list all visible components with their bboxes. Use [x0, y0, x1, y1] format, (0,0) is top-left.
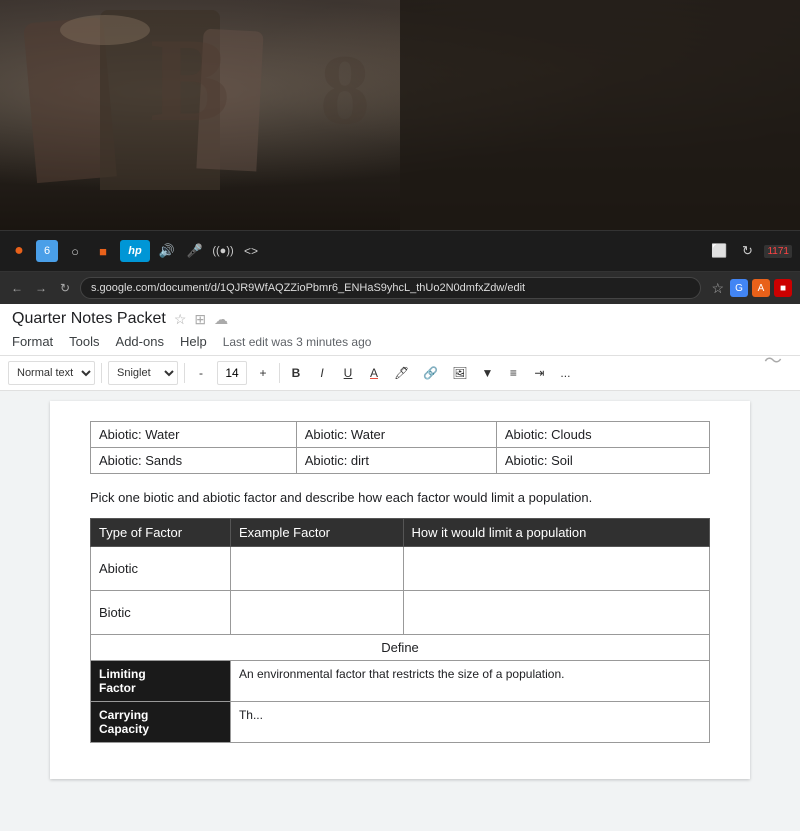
- limiting-factor-term: Limiting Factor: [91, 660, 231, 701]
- cell-biotic-how: [403, 590, 709, 634]
- taskbar: ● 6 ○ ■ hp 🔊 🎤 ((●)) <> ⬜ ↻ 1171: [0, 230, 800, 272]
- mic-icon[interactable]: 🎤: [184, 240, 206, 262]
- toolbar-separator-1: [101, 363, 102, 383]
- font-size-input[interactable]: [217, 361, 247, 385]
- url-bar[interactable]: s.google.com/document/d/1QJR9WfAQZZioPbm…: [80, 277, 701, 299]
- notification-badge: 1171: [764, 245, 792, 258]
- paragraph-style-select[interactable]: Normal text: [8, 361, 95, 385]
- address-bar-row: ← → ↻ s.google.com/document/d/1QJR9WfAQZ…: [0, 272, 800, 304]
- table-row: Abiotic: Water Abiotic: Water Abiotic: C…: [91, 422, 710, 448]
- table-cell: Abiotic: Water: [296, 422, 496, 448]
- factor-table: Type of Factor Example Factor How it wou…: [90, 518, 710, 743]
- table-cell: Abiotic: Clouds: [496, 422, 709, 448]
- table-header-row: Type of Factor Example Factor How it wou…: [91, 518, 710, 546]
- carrying-capacity-definition: Th...: [230, 701, 709, 742]
- docs-header: Quarter Notes Packet ☆ ⊞ ☁ Format Tools …: [0, 304, 800, 356]
- indent-button[interactable]: ⇥: [529, 361, 549, 385]
- abiotic-table: Abiotic: Water Abiotic: Water Abiotic: C…: [90, 421, 710, 474]
- menu-tools[interactable]: Tools: [69, 332, 99, 351]
- menu-addons[interactable]: Add-ons: [116, 332, 164, 351]
- radio-wave-icon[interactable]: ((●)): [212, 240, 234, 262]
- define-label: Define: [91, 634, 710, 660]
- table-row: Abiotic: Sands Abiotic: dirt Abiotic: So…: [91, 448, 710, 474]
- docs-menu: Format Tools Add-ons Help Last edit was …: [12, 332, 788, 351]
- volume-icon[interactable]: 🔊: [156, 240, 178, 262]
- link-button[interactable]: 🔗: [419, 361, 442, 385]
- toolbar-separator-2: [184, 363, 185, 383]
- table-row-biotic: Biotic: [91, 590, 710, 634]
- menu-help[interactable]: Help: [180, 332, 207, 351]
- font-color-button[interactable]: A: [364, 361, 384, 385]
- reload-button[interactable]: ↻: [56, 281, 74, 295]
- table-cell: Abiotic: dirt: [296, 448, 496, 474]
- more-button[interactable]: ...: [555, 361, 575, 385]
- image-button[interactable]: 🖼: [448, 361, 471, 385]
- taskbar-orange-square[interactable]: ■: [92, 240, 114, 262]
- bold-button[interactable]: B: [286, 361, 306, 385]
- hp-logo-icon[interactable]: hp: [120, 240, 150, 262]
- col-header-how: How it would limit a population: [403, 518, 709, 546]
- cell-abiotic-how: [403, 546, 709, 590]
- table-cell: Abiotic: Water: [91, 422, 297, 448]
- define-row: Define: [91, 634, 710, 660]
- table-cell: Abiotic: Sands: [91, 448, 297, 474]
- star-favorite-icon[interactable]: ☆: [174, 311, 187, 328]
- bookmark-star-icon[interactable]: ☆: [711, 280, 724, 297]
- col-header-example: Example Factor: [230, 518, 403, 546]
- font-size-minus-button[interactable]: -: [191, 361, 211, 385]
- doc-content[interactable]: Abiotic: Water Abiotic: Water Abiotic: C…: [0, 391, 800, 831]
- cell-biotic-example: [230, 590, 403, 634]
- align-button[interactable]: ▼: [477, 361, 497, 385]
- list-button[interactable]: ≡: [503, 361, 523, 385]
- docs-area: Quarter Notes Packet ☆ ⊞ ☁ Format Tools …: [0, 304, 800, 831]
- col-header-type: Type of Factor: [91, 518, 231, 546]
- menu-format[interactable]: Format: [12, 332, 53, 351]
- docs-toolbar: Normal text Sniglet - + B I U A 🖊 🔗 🖼 ▼ …: [0, 356, 800, 391]
- taskbar-tab-6[interactable]: 6: [36, 240, 58, 262]
- extension-icon-1[interactable]: G: [730, 279, 748, 297]
- taskbar-icon-orange[interactable]: ●: [8, 240, 30, 262]
- scroll-indicator-icon: 〜: [764, 356, 782, 373]
- instruction-paragraph: Pick one biotic and abiotic factor and d…: [90, 488, 710, 508]
- table-row-abiotic: Abiotic: [91, 546, 710, 590]
- last-edit-status: Last edit was 3 minutes ago: [223, 335, 372, 349]
- carrying-capacity-term: CarryingCapacity: [91, 701, 231, 742]
- table-cell: Abiotic: Soil: [496, 448, 709, 474]
- toolbar-separator-3: [279, 363, 280, 383]
- limiting-factor-definition: An environmental factor that restricts t…: [230, 660, 709, 701]
- extension-icon-2[interactable]: A: [752, 279, 770, 297]
- cell-abiotic-label: Abiotic: [91, 546, 231, 590]
- limiting-factor-row: Limiting Factor An environmental factor …: [91, 660, 710, 701]
- monitor-taskbar-icon[interactable]: ⬜: [708, 240, 730, 262]
- doc-page: Abiotic: Water Abiotic: Water Abiotic: C…: [50, 401, 750, 779]
- back-button[interactable]: ←: [8, 281, 26, 295]
- highlight-button[interactable]: 🖊: [390, 361, 413, 385]
- folder-icon[interactable]: ⊞: [194, 311, 206, 328]
- extension-icon-3[interactable]: ■: [774, 279, 792, 297]
- cell-abiotic-example: [230, 546, 403, 590]
- doc-title: Quarter Notes Packet: [12, 310, 166, 328]
- taskbar-circle[interactable]: ○: [64, 240, 86, 262]
- code-brackets-icon[interactable]: <>: [240, 240, 262, 262]
- font-size-plus-button[interactable]: +: [253, 361, 273, 385]
- italic-button[interactable]: I: [312, 361, 332, 385]
- carrying-capacity-row: CarryingCapacity Th...: [91, 701, 710, 742]
- cell-biotic-label: Biotic: [91, 590, 231, 634]
- underline-button[interactable]: U: [338, 361, 358, 385]
- photo-background: B 8: [0, 0, 800, 230]
- cloud-icon[interactable]: ☁: [214, 311, 228, 328]
- forward-button[interactable]: →: [32, 281, 50, 295]
- refresh-taskbar-icon[interactable]: ↻: [736, 240, 758, 262]
- font-family-select[interactable]: Sniglet: [108, 361, 178, 385]
